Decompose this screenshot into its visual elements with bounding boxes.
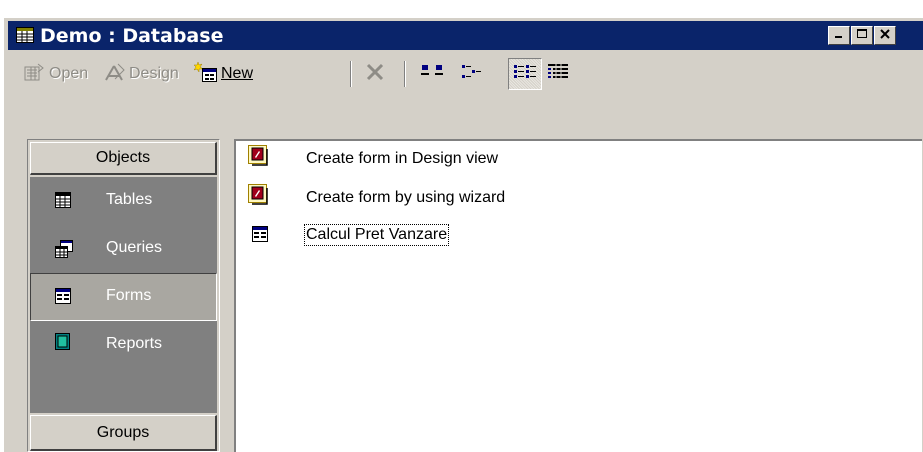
objects-bar: Objects Tables Queries Forms Reports Gro… <box>27 139 220 452</box>
new-label: New <box>221 65 254 82</box>
large-icons-button[interactable] <box>420 57 446 91</box>
form-icon <box>55 288 71 309</box>
query-icon <box>55 240 73 263</box>
small-icons-button[interactable] <box>458 57 484 91</box>
list-item-label: Calcul Pret Vanzare <box>303 224 450 246</box>
delete-button[interactable] <box>364 57 386 91</box>
sidebar-item-label: Queries <box>106 239 163 256</box>
toolbar: Open Design New <box>12 57 923 91</box>
minimize-button[interactable] <box>828 26 850 45</box>
details-view-icon <box>546 62 570 87</box>
object-list-pane: Create form in Design view Create form b… <box>234 139 922 452</box>
list-view-button[interactable] <box>508 58 542 90</box>
design-view-shortcut-icon <box>248 145 270 172</box>
close-icon <box>879 27 891 45</box>
toolbar-separator <box>350 61 352 87</box>
large-icons-icon <box>420 62 446 87</box>
groups-label: Groups <box>96 423 150 441</box>
open-icon <box>24 62 46 87</box>
sidebar-item-label: Reports <box>106 335 163 352</box>
minimize-icon <box>833 27 845 45</box>
toolbar-separator <box>404 61 406 87</box>
new-form-icon <box>193 60 218 88</box>
title-bar[interactable]: Demo : Database <box>8 21 923 50</box>
list-view-icon <box>512 62 538 87</box>
wizard-shortcut-icon <box>248 184 270 211</box>
window-title: Demo : Database <box>40 25 224 47</box>
delete-x-icon <box>364 61 386 88</box>
groups-group-button[interactable]: Groups <box>30 415 217 451</box>
new-button[interactable]: New <box>193 57 254 91</box>
list-item-label: Create form by using wizard <box>306 189 506 206</box>
open-button[interactable]: Open <box>24 57 88 91</box>
objects-list: Tables Queries Forms Reports <box>30 177 217 439</box>
maximize-button[interactable] <box>851 26 873 45</box>
sidebar-item-label: Tables <box>106 191 153 208</box>
objects-group-button[interactable]: Objects <box>30 142 217 175</box>
sidebar-item-reports[interactable]: Reports <box>30 321 217 369</box>
database-window: Demo : Database Open Design New Objects … <box>4 18 923 452</box>
design-button[interactable]: Design <box>104 57 179 91</box>
sidebar-item-label: Forms <box>106 287 152 304</box>
sidebar-item-tables[interactable]: Tables <box>30 177 217 225</box>
list-item-label: Create form in Design view <box>306 150 499 167</box>
details-view-button[interactable] <box>546 57 570 91</box>
sidebar-item-forms[interactable]: Forms <box>30 273 217 321</box>
objects-label: Objects <box>95 149 151 166</box>
sidebar-item-queries[interactable]: Queries <box>30 225 217 273</box>
design-icon <box>104 62 126 87</box>
design-label: Design <box>129 65 179 82</box>
open-label: Open <box>49 65 89 82</box>
table-icon <box>55 192 71 213</box>
maximize-icon <box>856 27 868 45</box>
database-icon <box>16 27 34 48</box>
close-button[interactable] <box>874 26 896 45</box>
small-icons-icon <box>458 62 484 87</box>
report-icon <box>55 333 71 356</box>
form-icon <box>252 226 268 247</box>
